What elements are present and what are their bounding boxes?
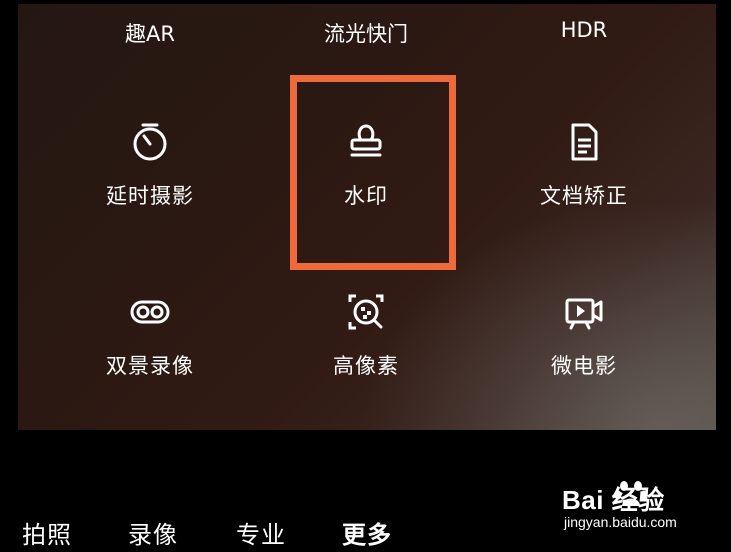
mode-high-pixel[interactable]: 高像素 (266, 290, 466, 380)
mode-fun-ar[interactable]: 趣AR (50, 18, 250, 48)
watermark-logo: Bai 经验 (562, 485, 665, 515)
micro-movie-icon (565, 298, 603, 330)
mode-label: 文档矫正 (540, 184, 628, 208)
mode-document-correction[interactable]: 文档矫正 (484, 120, 684, 210)
mode-label: 延时摄影 (106, 184, 194, 208)
mode-label: 高像素 (333, 354, 399, 378)
timer-icon (133, 123, 167, 161)
tab-video[interactable]: 录像 (128, 515, 178, 550)
watermark-url: jingyan.baidu.com (564, 514, 677, 530)
mode-label: 微电影 (551, 354, 617, 378)
document-icon (571, 123, 598, 161)
mode-light-trail-shutter[interactable]: 流光快门 (266, 18, 466, 48)
tab-photo[interactable]: 拍照 (22, 515, 72, 550)
mode-time-lapse[interactable]: 延时摄影 (50, 120, 250, 210)
dual-view-icon (130, 300, 170, 324)
baidu-jingyan-watermark: Bai 经验 jingyan.baidu.com (548, 472, 728, 532)
camera-screen: 趣AR 流光快门 HDR 延时摄影 水印 文档矫正 双景录像 高像素 微电影 拍… (0, 0, 731, 552)
highlight-box (290, 75, 456, 270)
mode-dual-view-video[interactable]: 双景录像 (50, 290, 250, 380)
tab-more[interactable]: 更多 (342, 515, 392, 550)
mode-hdr[interactable]: HDR (484, 18, 684, 42)
high-pixel-icon (348, 294, 384, 330)
tab-pro[interactable]: 专业 (236, 515, 286, 550)
mode-micro-movie[interactable]: 微电影 (484, 290, 684, 380)
mode-label: 双景录像 (106, 354, 194, 378)
